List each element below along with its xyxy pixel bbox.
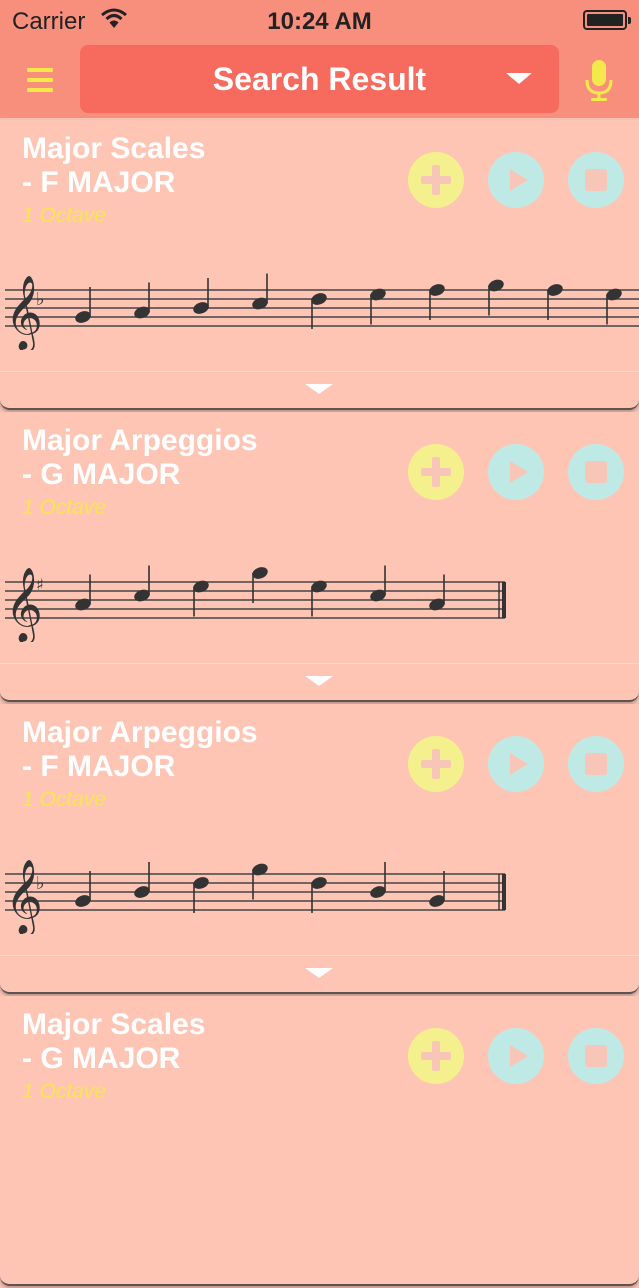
result-title-line2: - F MAJOR: [22, 166, 176, 199]
result-title-line2: - G MAJOR: [22, 458, 181, 491]
status-time: 10:24 AM: [267, 8, 372, 35]
stop-button[interactable]: [568, 1028, 624, 1084]
battery-icon: [583, 10, 631, 30]
flat-icon: ♭: [36, 873, 45, 894]
search-result-selector[interactable]: Search Result: [80, 45, 559, 113]
add-button[interactable]: [408, 444, 464, 500]
result-card[interactable]: Major Arpeggios - G MAJOR 1 Octave 𝄞 ♯: [0, 412, 639, 702]
music-staff: 𝄞♯: [5, 565, 506, 642]
result-card[interactable]: Major Arpeggios - F MAJOR 1 Octave 𝄞 ♭: [0, 704, 639, 994]
result-card[interactable]: Major Scales - F MAJOR 1 Octave 𝄞 ♭: [0, 120, 639, 410]
treble-clef-icon: 𝄞: [5, 276, 43, 350]
result-subtitle: 1 Octave: [22, 496, 107, 519]
play-button[interactable]: [488, 444, 544, 500]
search-result-list: Major Scales - F MAJOR 1 Octave 𝄞 ♭ Major…: [0, 120, 639, 1288]
result-title-line2: - G MAJOR: [22, 1042, 181, 1075]
result-subtitle: 1 Octave: [22, 204, 107, 227]
hamburger-icon[interactable]: [27, 68, 53, 92]
expand-arrow-icon[interactable]: [305, 676, 333, 686]
stop-button[interactable]: [568, 444, 624, 500]
chevron-down-icon[interactable]: [506, 73, 532, 84]
result-title-line1: Major Scales: [22, 1008, 206, 1041]
result-title: Major Arpeggios - G MAJOR: [22, 424, 258, 492]
expand-arrow-icon[interactable]: [305, 384, 333, 394]
divider: [0, 663, 639, 664]
music-staff: 𝄞♭: [5, 273, 639, 350]
play-button[interactable]: [488, 1028, 544, 1084]
add-button[interactable]: [408, 152, 464, 208]
result-title: Major Arpeggios - F MAJOR: [22, 716, 258, 784]
result-title-line1: Major Scales: [22, 132, 206, 165]
add-button[interactable]: [408, 736, 464, 792]
navigation-bar: Search Result: [0, 42, 639, 118]
microphone-icon[interactable]: [584, 58, 614, 104]
status-bar: Carrier 10:24 AM: [0, 0, 639, 42]
divider: [0, 955, 639, 956]
divider: [0, 371, 639, 372]
play-button[interactable]: [488, 736, 544, 792]
result-subtitle: 1 Octave: [22, 1080, 107, 1103]
music-staff: 𝄞♭: [5, 860, 506, 934]
result-title-line2: - F MAJOR: [22, 750, 176, 783]
treble-clef-icon: 𝄞: [5, 860, 43, 934]
result-card[interactable]: Major Scales - G MAJOR 1 Octave: [0, 996, 639, 1286]
stop-button[interactable]: [568, 152, 624, 208]
page-title: Search Result: [212, 61, 427, 97]
result-subtitle: 1 Octave: [22, 788, 107, 811]
result-title-line1: Major Arpeggios: [22, 716, 258, 749]
result-title-line1: Major Arpeggios: [22, 424, 258, 457]
expand-arrow-icon[interactable]: [305, 968, 333, 978]
add-button[interactable]: [408, 1028, 464, 1084]
result-title: Major Scales - G MAJOR: [22, 1008, 205, 1076]
play-button[interactable]: [488, 152, 544, 208]
sharp-icon: ♯: [36, 575, 44, 594]
result-title: Major Scales - F MAJOR: [22, 132, 205, 200]
stop-button[interactable]: [568, 736, 624, 792]
flat-icon: ♭: [36, 289, 45, 310]
